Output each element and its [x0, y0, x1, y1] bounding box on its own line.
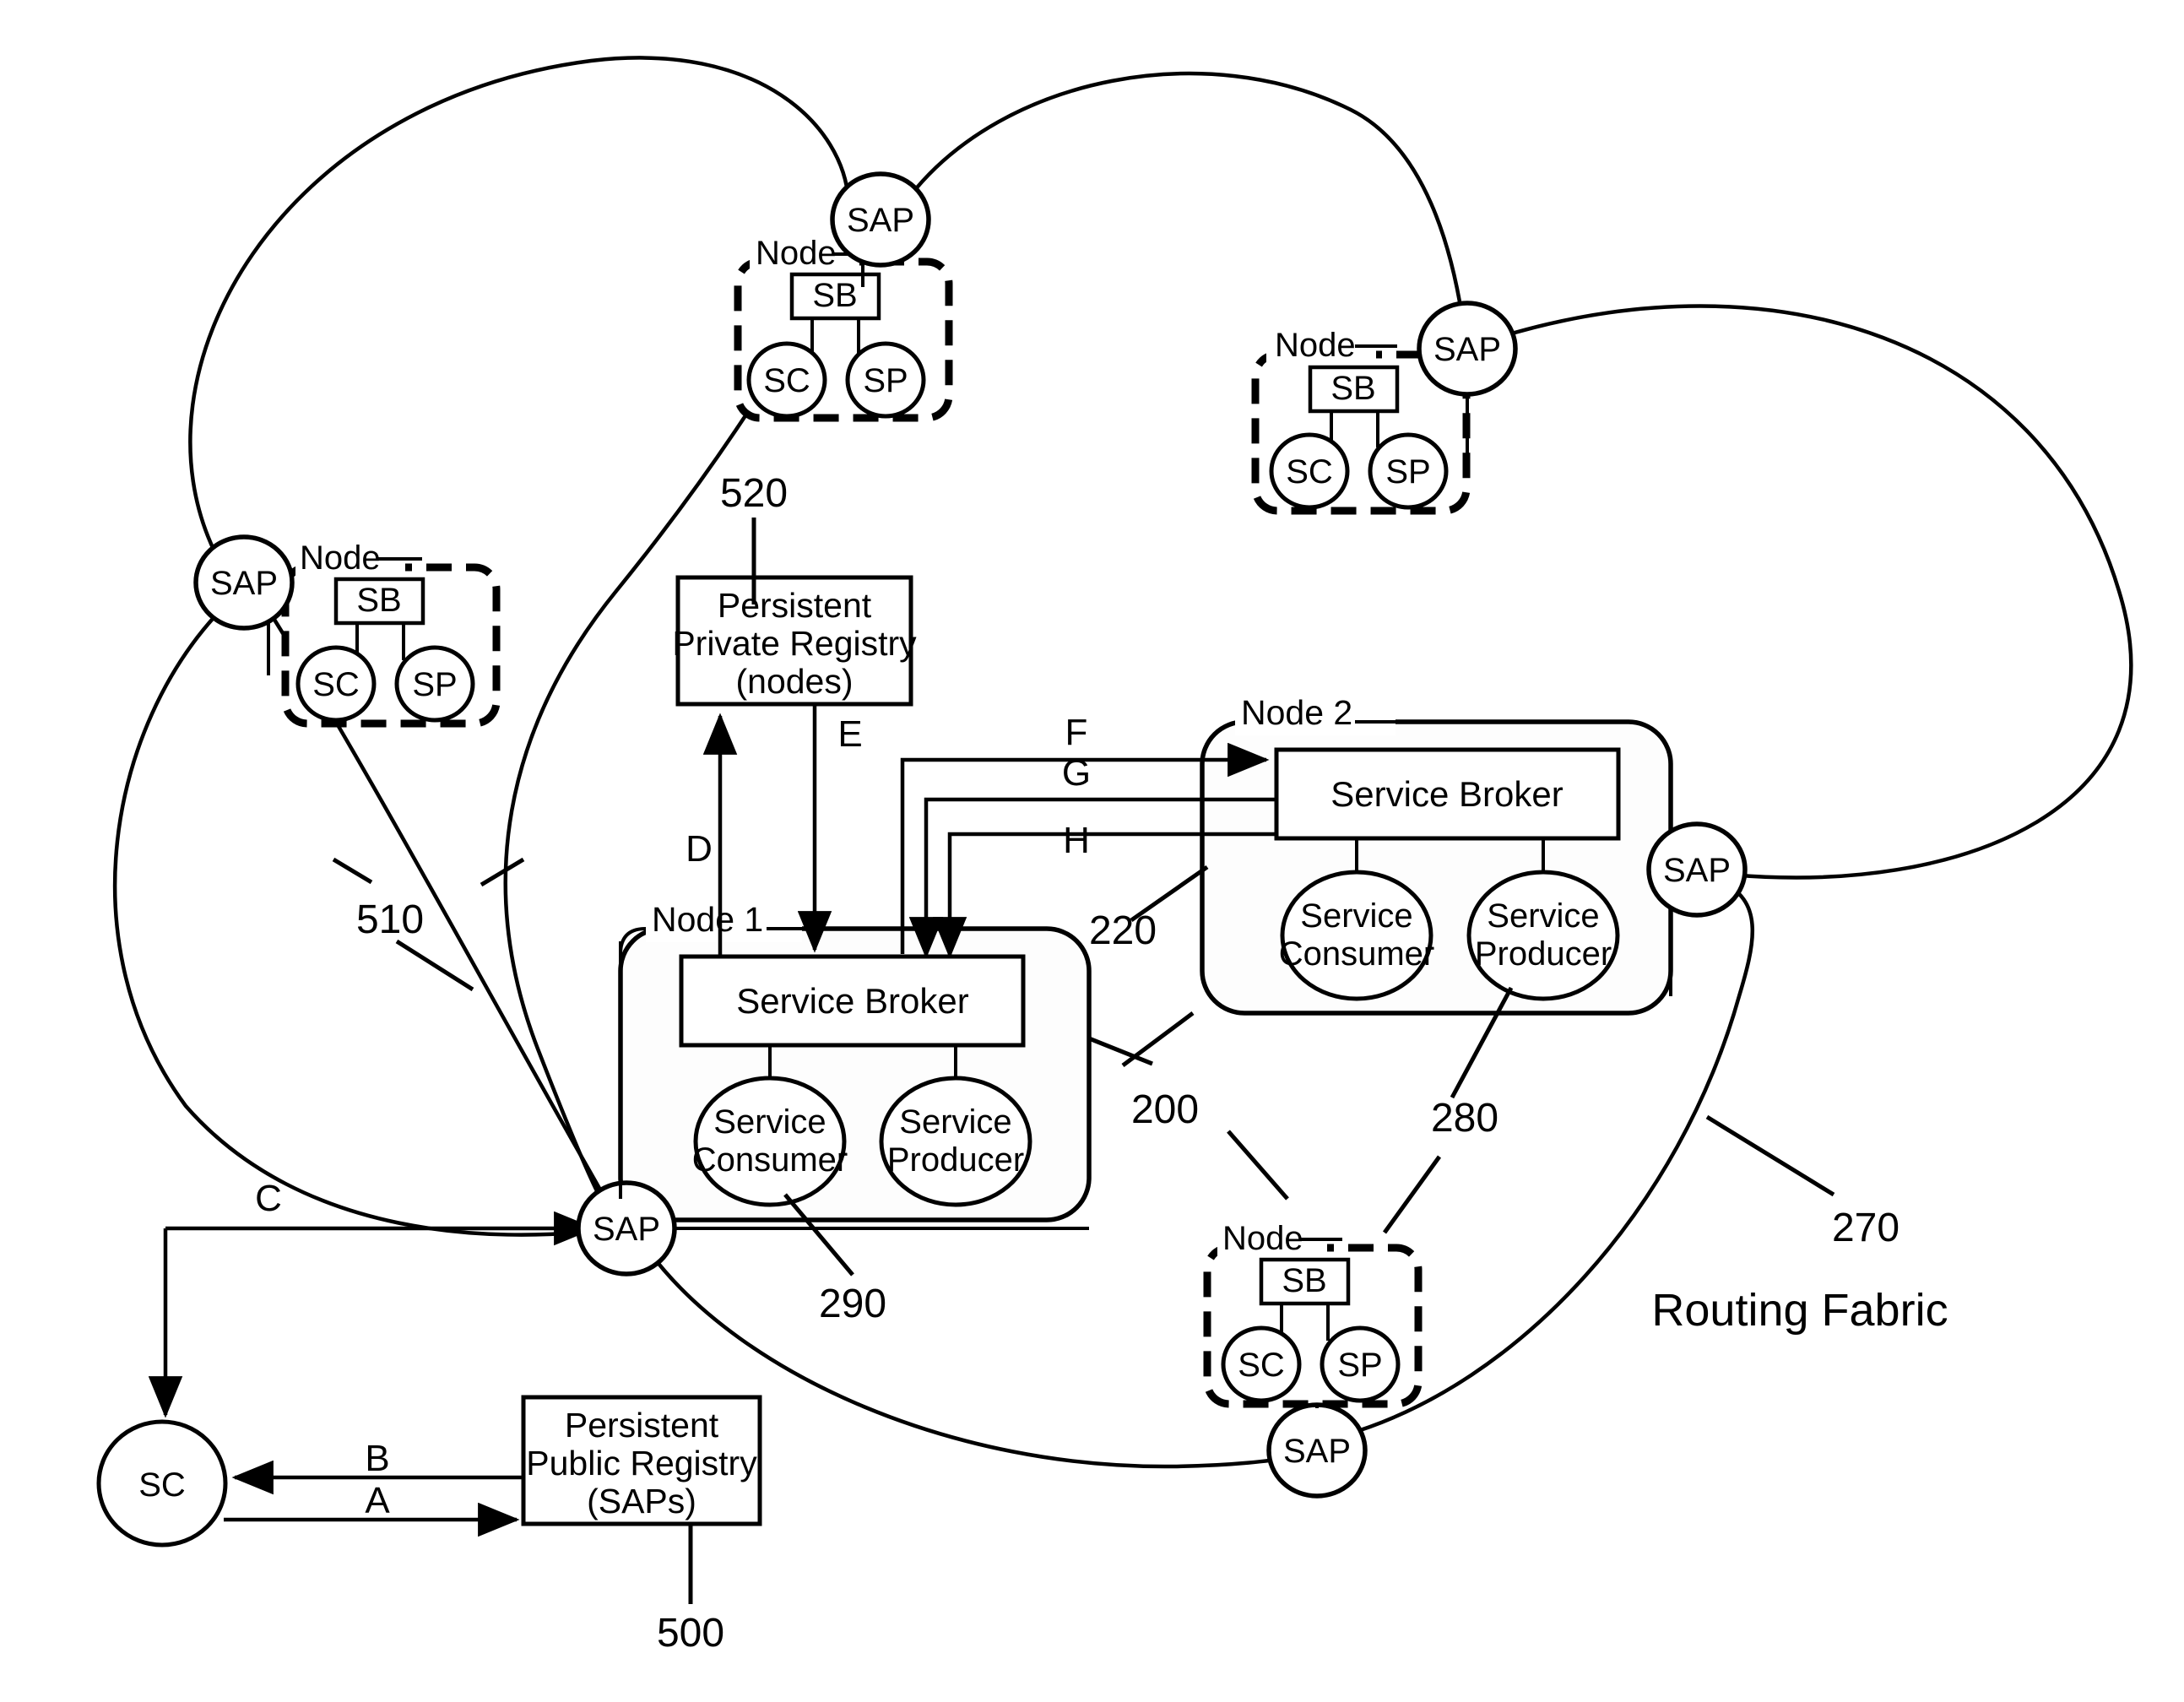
sap-node-right[interactable]: SAP: [1646, 821, 1748, 918]
diagram-canvas: Node SB SC SP Node SB SC SP Node SB SC S…: [96, 56, 2133, 1656]
sb-label: SB: [1282, 1262, 1326, 1299]
sap-node-bottom[interactable]: SAP: [1266, 1402, 1368, 1499]
sc-label: SC: [1286, 453, 1333, 491]
ref-290: 290: [819, 1282, 886, 1326]
node2-title: Node 2: [1241, 693, 1352, 732]
private-registry-line2: Private Registry: [672, 624, 917, 663]
node-label: Node: [300, 539, 381, 577]
flow-h-label: H: [1063, 820, 1090, 861]
standalone-sc-label: SC: [138, 1466, 186, 1504]
persistent-private-registry[interactable]: Persistent Private Registry (nodes) 520: [672, 471, 917, 707]
public-registry-line3: (SAPs): [587, 1482, 696, 1520]
ref-200-leader3: [1227, 1130, 1289, 1201]
ref-270-leader: [1705, 1114, 1835, 1197]
public-registry-line1: Persistent: [565, 1406, 719, 1445]
flow-a-label: A: [365, 1480, 390, 1521]
big-node-1[interactable]: Node 1 Service Broker Service Consumer S…: [618, 900, 1092, 1222]
reference-numerals: 510 220 200 280 290 270 Routing Fabric: [332, 857, 1948, 1336]
node2-consumer-line2: Consumer: [1279, 935, 1435, 973]
sap-label: SAP: [210, 565, 278, 602]
private-registry-ref: 520: [720, 471, 788, 516]
flow-g-label: G: [1062, 752, 1091, 794]
flow-c-label: C: [255, 1178, 282, 1219]
ref-280: 280: [1431, 1096, 1498, 1141]
ref-200: 200: [1131, 1087, 1199, 1132]
public-registry-line2: Public Registry: [526, 1444, 757, 1482]
node1-title: Node 1: [652, 900, 763, 939]
node2-service-broker-label: Service Broker: [1330, 774, 1563, 814]
sb-label: SB: [356, 582, 401, 619]
sb-label: SB: [1330, 370, 1375, 407]
node-cluster-bottom[interactable]: Node SB SC SP: [1203, 1220, 1423, 1408]
ref-510-leader-upper-right: [480, 857, 525, 887]
sp-label: SP: [1337, 1347, 1382, 1384]
sap-label: SAP: [847, 202, 914, 239]
node1-producer-line1: Service: [899, 1103, 1011, 1141]
flow-d-label: D: [686, 828, 713, 870]
node1-service-broker-label: Service Broker: [736, 981, 968, 1021]
node1-producer-line2: Producer: [887, 1141, 1024, 1179]
sp-label: SP: [863, 362, 908, 399]
sap-label: SAP: [1433, 331, 1501, 368]
public-registry-ref: 500: [657, 1611, 724, 1656]
node1-consumer-line1: Service: [713, 1103, 826, 1141]
sap-node-center[interactable]: SAP: [576, 1180, 677, 1276]
flow-f-label: F: [1065, 712, 1088, 753]
big-node-2[interactable]: Node 2 Service Broker Service Consumer S…: [1200, 693, 1673, 1016]
node-cluster-top[interactable]: Node SB SC SP: [734, 235, 953, 422]
ref-510-leader-lower: [395, 939, 474, 992]
routing-fabric-label: Routing Fabric: [1651, 1285, 1948, 1336]
sap-label: SAP: [1283, 1433, 1351, 1470]
node-label: Node: [1275, 327, 1356, 364]
sb-label: SB: [812, 277, 857, 314]
node2-producer-line1: Service: [1487, 897, 1599, 935]
ref-280-leader2: [1382, 1155, 1442, 1234]
sc-label: SC: [763, 362, 810, 399]
node-label: Node: [1222, 1220, 1303, 1257]
sap-node-top-right[interactable]: SAP: [1417, 301, 1518, 397]
ref-270: 270: [1832, 1206, 1899, 1250]
sp-label: SP: [1385, 453, 1430, 491]
node-cluster-left[interactable]: Node SB SC SP: [281, 539, 501, 728]
patent-figure: Node SB SC SP Node SB SC SP Node SB SC S…: [0, 0, 2184, 1702]
node-label: Node: [756, 235, 837, 272]
node1-consumer-line2: Consumer: [692, 1141, 848, 1179]
ref-510-leader-upper-left: [332, 857, 373, 885]
flow-e-label: E: [837, 713, 862, 755]
private-registry-line1: Persistent: [718, 586, 872, 625]
sap-node-top[interactable]: SAP: [830, 171, 931, 268]
fabric-curve-top-right: [908, 71, 1465, 319]
sap-label: SAP: [593, 1211, 660, 1248]
node2-producer-line2: Producer: [1475, 935, 1612, 973]
node2-consumer-line1: Service: [1300, 897, 1412, 935]
ref-200-leader2: [1121, 1011, 1195, 1068]
ref-510: 510: [356, 897, 424, 942]
flow-b-label: B: [365, 1438, 389, 1479]
sp-label: SP: [412, 666, 457, 703]
sap-label: SAP: [1663, 852, 1731, 889]
sc-label: SC: [1238, 1347, 1285, 1384]
private-registry-line3: (nodes): [735, 662, 853, 701]
routing-fabric-curves: [112, 56, 2133, 1469]
sc-label: SC: [312, 666, 360, 703]
ref-220: 220: [1089, 908, 1157, 953]
sap-node-left[interactable]: SAP: [193, 534, 295, 631]
